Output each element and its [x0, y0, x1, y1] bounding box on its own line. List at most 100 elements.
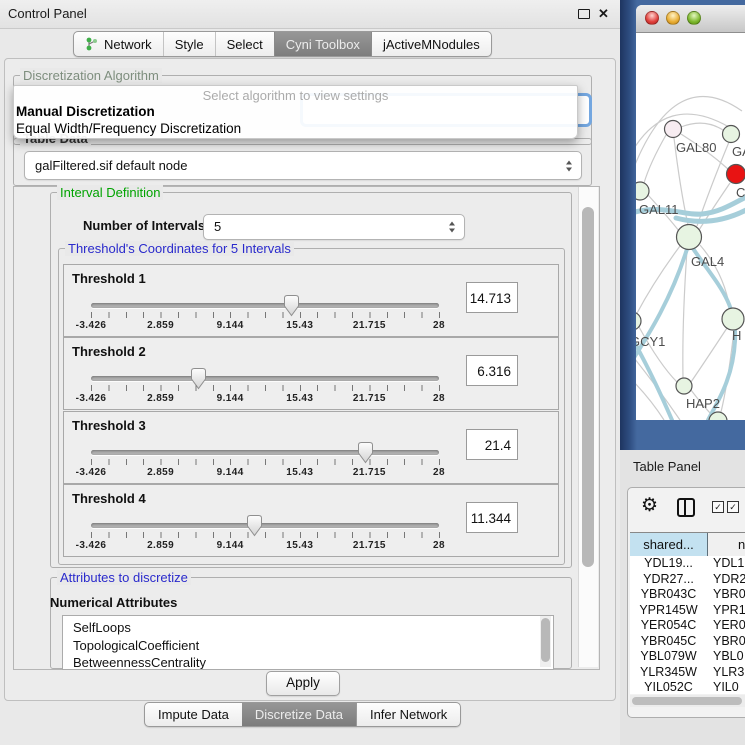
table-row[interactable]: YPR145WYPR1 — [630, 603, 745, 619]
tab-impute-data[interactable]: Impute Data — [145, 703, 242, 726]
tab-select[interactable]: Select — [215, 32, 274, 56]
table-row[interactable]: YER054CYER0 — [630, 618, 745, 634]
network-icon — [85, 37, 99, 51]
threshold-value-box[interactable]: 14.713 — [466, 282, 518, 313]
cell-name: YBR0 — [707, 587, 745, 603]
cell-shared-name: YPR145W — [630, 603, 707, 619]
column-header-name[interactable]: n — [708, 533, 745, 556]
mac-minimize-button[interactable] — [666, 11, 680, 25]
tick-label: 9.144 — [217, 393, 244, 404]
table-row[interactable]: YLR345WYLR3 — [630, 665, 745, 681]
algorithm-option-equal-width[interactable]: Equal Width/Frequency Discretization — [16, 121, 241, 136]
close-icon[interactable]: ✕ — [598, 5, 609, 23]
number-of-intervals-combobox[interactable]: 5 — [203, 214, 465, 240]
table-row[interactable]: YIL052CYIL0 — [630, 680, 745, 694]
table-row[interactable]: YDL19...YDL1 — [630, 556, 745, 572]
float-window-icon[interactable] — [578, 9, 590, 19]
network-window: GAL80GACGAL11GAL4GCY1HHAP2 — [636, 5, 745, 420]
cell-name: YDR2 — [707, 572, 745, 588]
table-row[interactable]: YDR27...YDR2 — [630, 572, 745, 588]
threshold-value-box[interactable]: 6.316 — [466, 355, 518, 386]
tick-label: 9.144 — [217, 467, 244, 478]
network-node[interactable] — [665, 121, 682, 138]
bottom-tabbar: Impute Data Discretize Data Infer Networ… — [144, 702, 461, 727]
table-row[interactable]: YBR043CYBR0 — [630, 587, 745, 603]
network-node[interactable] — [723, 126, 740, 143]
cell-name: YDL1 — [707, 556, 744, 572]
tick-label: 21.715 — [353, 393, 386, 404]
threshold-value-box[interactable]: 21.4 — [466, 429, 518, 460]
slider-ticks — [91, 532, 440, 538]
network-node[interactable] — [722, 308, 744, 330]
apply-button[interactable]: Apply — [266, 671, 340, 696]
network-node[interactable] — [636, 312, 641, 330]
tick-label: -3.426 — [76, 467, 107, 478]
slider-track[interactable] — [91, 303, 439, 308]
column-header-shared[interactable]: shared... — [630, 533, 708, 556]
table-row[interactable]: YBL079WYBL0 — [630, 649, 745, 665]
attributes-list-scrollbar-thumb[interactable] — [541, 618, 550, 662]
network-node-label: GAL80 — [676, 140, 716, 155]
tick-label: 21.715 — [353, 320, 386, 331]
table-row[interactable]: YBR045CYBR0 — [630, 634, 745, 650]
algorithm-dropdown-popup: Select algorithm to view settings Manual… — [13, 85, 578, 139]
cell-shared-name: YBR045C — [630, 634, 707, 650]
slider-track[interactable] — [91, 450, 439, 455]
threshold-panel: Threshold 3 -3.426 2.859 9.144 15.43 21.715 28… — [63, 411, 559, 484]
tick-label: 2.859 — [147, 540, 174, 551]
slider-ticks — [91, 312, 440, 318]
threshold-value-box[interactable]: 11.344 — [466, 502, 518, 533]
attribute-list-item[interactable]: BetweennessCentrality — [63, 654, 553, 670]
control-panel-titlebar: Control Panel ✕ — [0, 0, 620, 29]
horizontal-scrollbar-thumb[interactable] — [632, 697, 742, 705]
cell-name: YIL0 — [707, 680, 739, 694]
tab-discretize-data[interactable]: Discretize Data — [242, 703, 356, 726]
tab-jactivemnodules[interactable]: jActiveMNodules — [371, 32, 491, 56]
algorithm-option-manual[interactable]: Manual Discretization — [16, 104, 155, 119]
algorithm-placeholder: Select algorithm to view settings — [14, 88, 577, 103]
checkbox-icon[interactable]: ✓ — [727, 501, 739, 513]
network-canvas[interactable]: GAL80GACGAL11GAL4GCY1HHAP2 — [636, 33, 745, 420]
tick-label: -3.426 — [76, 540, 107, 551]
network-node[interactable] — [677, 225, 702, 250]
network-node-label: GAL4 — [691, 254, 724, 269]
mac-close-button[interactable] — [645, 11, 659, 25]
horizontal-scrollbar[interactable] — [630, 695, 745, 707]
columns-icon[interactable] — [677, 498, 695, 517]
tick-label: -3.426 — [76, 320, 107, 331]
attribute-list-item[interactable]: SelfLoops — [63, 619, 553, 637]
cell-shared-name: YIL052C — [630, 680, 707, 694]
numerical-attributes-list[interactable]: SelfLoopsTopologicalCoefficientBetweenne… — [62, 615, 554, 670]
slider-track[interactable] — [91, 523, 439, 528]
threshold-label: Threshold 1 — [72, 271, 146, 286]
tab-style[interactable]: Style — [163, 32, 215, 56]
table-header-row: shared... n — [630, 532, 745, 557]
attribute-list-item[interactable]: TopologicalCoefficient — [63, 637, 553, 655]
cell-shared-name: YDR27... — [630, 572, 707, 588]
network-node[interactable] — [636, 182, 649, 200]
tick-label: 2.859 — [147, 467, 174, 478]
tab-infer-network[interactable]: Infer Network — [356, 703, 460, 726]
mac-zoom-button[interactable] — [687, 11, 701, 25]
network-node[interactable] — [727, 165, 745, 184]
tick-label: 28 — [433, 467, 445, 478]
vertical-scrollbar-thumb[interactable] — [582, 207, 594, 567]
tab-network[interactable]: Network — [74, 32, 163, 56]
tick-label: 21.715 — [353, 467, 386, 478]
table-data-combobox[interactable]: galFiltered.sif default node — [24, 151, 582, 180]
tab-cyni-toolbox[interactable]: Cyni Toolbox — [274, 32, 371, 56]
tick-label: 15.43 — [286, 540, 313, 551]
tick-label: 9.144 — [217, 320, 244, 331]
network-node[interactable] — [676, 378, 692, 394]
checkbox-icon[interactable]: ✓ — [712, 501, 724, 513]
cell-name: YBR0 — [707, 634, 745, 650]
table-panel-title: Table Panel — [633, 459, 701, 474]
cell-shared-name: YBR043C — [630, 587, 707, 603]
threshold-label: Threshold 3 — [72, 418, 146, 433]
gear-icon[interactable]: ⚙ — [641, 494, 658, 518]
tick-label: 15.43 — [286, 467, 313, 478]
cell-shared-name: YBL079W — [630, 649, 707, 665]
tick-label: -3.426 — [76, 393, 107, 404]
slider-track[interactable] — [91, 376, 439, 381]
control-panel: Control Panel ✕ Network Style Select Cyn… — [0, 0, 620, 745]
